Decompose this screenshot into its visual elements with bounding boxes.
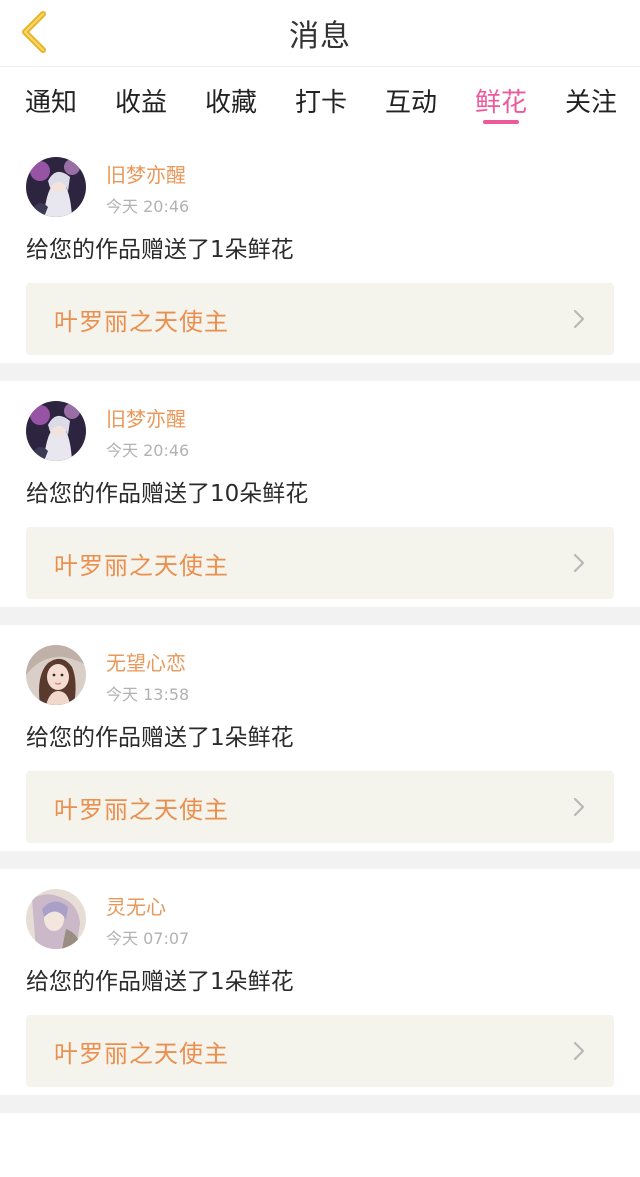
avatar[interactable] xyxy=(26,645,86,705)
work-link[interactable]: 叶罗丽之天使主 xyxy=(26,527,614,599)
sender-row: 旧梦亦醒 今天 20:46 xyxy=(26,401,614,465)
tab-label: 打卡 xyxy=(294,88,347,118)
divider xyxy=(0,1095,640,1113)
list-item: 无望心恋 今天 13:58 给您的作品赠送了1朵鲜花 叶罗丽之天使主 xyxy=(0,625,640,851)
work-title: 叶罗丽之天使主 xyxy=(54,1039,229,1068)
back-button[interactable] xyxy=(14,8,54,56)
tab-label: 收益 xyxy=(114,88,167,118)
sender-name[interactable]: 旧梦亦醒 xyxy=(106,163,189,187)
tab-checkin[interactable]: 打卡 xyxy=(276,67,366,119)
page-title: 消息 xyxy=(289,19,351,54)
chevron-right-icon xyxy=(573,797,585,817)
avatar[interactable] xyxy=(26,889,86,949)
divider xyxy=(0,607,640,625)
tab-following[interactable]: 关注 xyxy=(546,67,636,119)
app: 消息 通知 收益 收藏 打卡 互动 鲜花 关注 旧梦亦醒 今天 20:46 给您… xyxy=(0,0,640,1177)
divider xyxy=(0,363,640,381)
avatar[interactable] xyxy=(26,401,86,461)
work-link[interactable]: 叶罗丽之天使主 xyxy=(26,283,614,355)
divider xyxy=(0,851,640,869)
tab-label: 关注 xyxy=(564,88,617,118)
chevron-right-icon xyxy=(573,309,585,329)
active-tab-indicator xyxy=(483,120,519,124)
top-bar: 消息 xyxy=(0,0,640,67)
timestamp: 今天 07:07 xyxy=(106,929,190,948)
tab-flowers[interactable]: 鲜花 xyxy=(456,67,546,124)
list-item: 旧梦亦醒 今天 20:46 给您的作品赠送了10朵鲜花 叶罗丽之天使主 xyxy=(0,381,640,607)
category-tabs: 通知 收益 收藏 打卡 互动 鲜花 关注 xyxy=(0,67,640,137)
sender-name[interactable]: 灵无心 xyxy=(106,895,189,919)
message-text: 给您的作品赠送了1朵鲜花 xyxy=(26,725,294,751)
timestamp: 今天 20:46 xyxy=(106,197,190,216)
sender-name[interactable]: 无望心恋 xyxy=(106,651,189,675)
sender-name[interactable]: 旧梦亦醒 xyxy=(106,407,189,431)
list-item: 旧梦亦醒 今天 20:46 给您的作品赠送了1朵鲜花 叶罗丽之天使主 xyxy=(0,137,640,363)
timestamp: 今天 13:58 xyxy=(106,685,190,704)
tab-label: 鲜花 xyxy=(474,88,527,118)
avatar[interactable] xyxy=(26,157,86,217)
tab-earnings[interactable]: 收益 xyxy=(96,67,186,119)
message-text: 给您的作品赠送了1朵鲜花 xyxy=(26,969,294,995)
work-link[interactable]: 叶罗丽之天使主 xyxy=(26,771,614,843)
sender-row: 旧梦亦醒 今天 20:46 xyxy=(26,157,614,221)
tab-favorites[interactable]: 收藏 xyxy=(186,67,276,119)
tab-label: 收藏 xyxy=(204,88,257,118)
chevron-right-icon xyxy=(573,553,585,573)
chevron-left-icon xyxy=(22,11,46,53)
timestamp: 今天 20:46 xyxy=(106,441,190,460)
tab-label: 通知 xyxy=(24,88,77,118)
list-item: 灵无心 今天 07:07 给您的作品赠送了1朵鲜花 叶罗丽之天使主 xyxy=(0,869,640,1095)
work-title: 叶罗丽之天使主 xyxy=(54,795,229,824)
message-text: 给您的作品赠送了10朵鲜花 xyxy=(26,481,309,507)
tab-label: 互动 xyxy=(384,88,437,118)
message-text: 给您的作品赠送了1朵鲜花 xyxy=(26,237,294,263)
work-title: 叶罗丽之天使主 xyxy=(54,551,229,580)
work-link[interactable]: 叶罗丽之天使主 xyxy=(26,1015,614,1087)
tab-interactions[interactable]: 互动 xyxy=(366,67,456,119)
sender-row: 灵无心 今天 07:07 xyxy=(26,889,614,953)
work-title: 叶罗丽之天使主 xyxy=(54,307,229,336)
chevron-right-icon xyxy=(573,1041,585,1061)
flower-message-list: 旧梦亦醒 今天 20:46 给您的作品赠送了1朵鲜花 叶罗丽之天使主 旧梦亦醒 … xyxy=(0,137,640,1113)
sender-row: 无望心恋 今天 13:58 xyxy=(26,645,614,709)
tab-notifications[interactable]: 通知 xyxy=(6,67,96,119)
